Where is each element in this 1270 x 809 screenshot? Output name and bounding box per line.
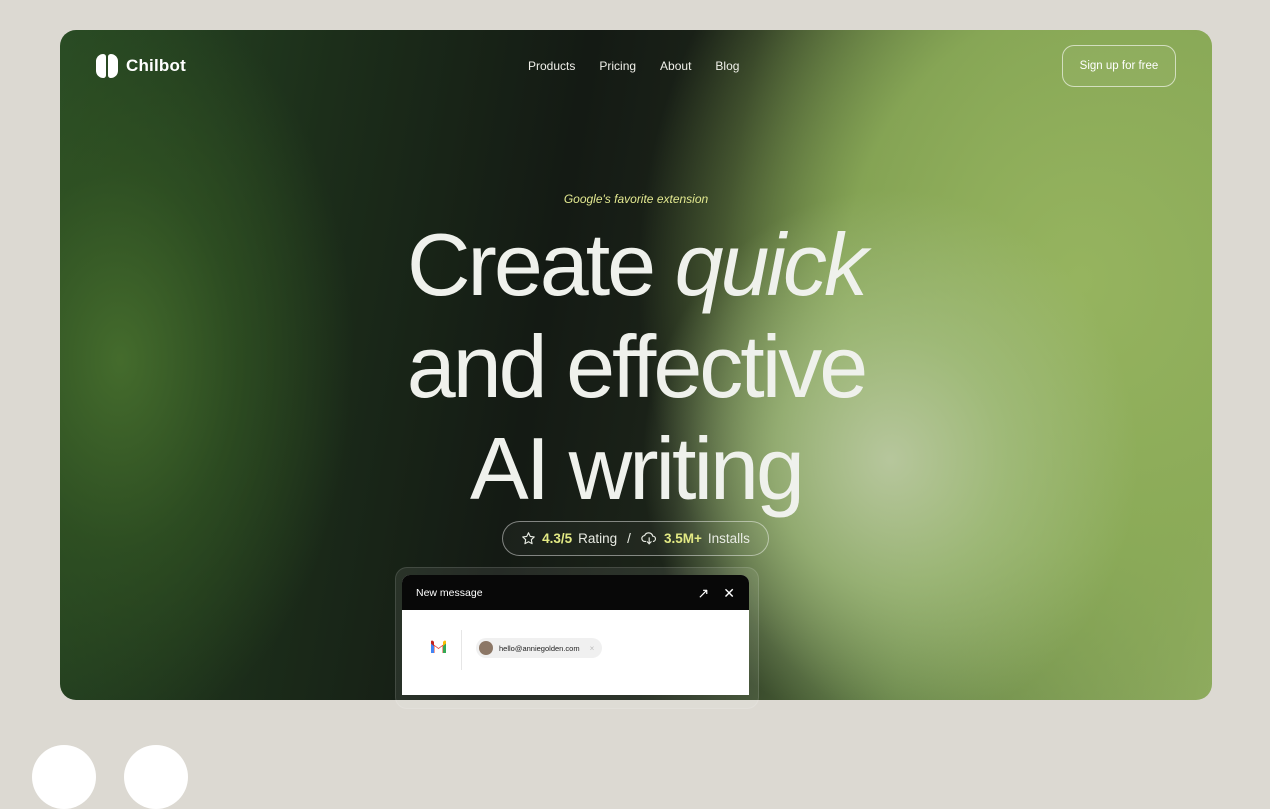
gmail-icon — [430, 640, 447, 658]
compose-titlebar: New message ↗ ✕ — [402, 575, 749, 610]
chilbot-logo-icon — [96, 54, 118, 78]
rating-value: 4.3/5 — [542, 531, 573, 546]
decorative-circle — [124, 745, 188, 809]
remove-recipient-icon[interactable]: × — [590, 644, 595, 653]
compose-divider — [461, 630, 462, 670]
hero-tagline: Google's favorite extension — [563, 192, 709, 206]
stats-badge: 4.3/5 Rating / 3.5M+ Installs — [502, 521, 769, 556]
nav-item-blog[interactable]: Blog — [715, 59, 739, 73]
headline-line-1: Create quick — [60, 214, 1212, 316]
main-nav: Products Pricing About Blog — [528, 59, 739, 73]
recipient-chip[interactable]: hello@anniegolden.com × — [476, 638, 603, 658]
stats-separator: / — [627, 531, 631, 546]
signup-button[interactable]: Sign up for free — [1062, 45, 1176, 87]
brand-name: Chilbot — [126, 56, 186, 75]
nav-item-about[interactable]: About — [660, 59, 691, 73]
avatar — [479, 641, 493, 655]
compose-body: hello@anniegolden.com × — [402, 610, 749, 695]
headline-word-create: Create — [406, 215, 656, 314]
decorative-circle — [32, 745, 96, 809]
cloud-download-icon — [641, 531, 658, 546]
recipient-email: hello@anniegolden.com — [499, 643, 580, 653]
star-icon — [521, 531, 536, 546]
close-icon[interactable]: ✕ — [723, 586, 735, 600]
installs-label: Installs — [707, 531, 750, 546]
compose-actions: ↗ ✕ — [698, 586, 735, 600]
rating-label: Rating — [578, 531, 618, 546]
installs-value: 3.5M+ — [663, 531, 702, 546]
compose-window: New message ↗ ✕ hello@anniegolden.com × — [402, 575, 749, 695]
compose-title: New message — [416, 586, 483, 599]
nav-item-products[interactable]: Products — [528, 59, 575, 73]
nav-item-pricing[interactable]: Pricing — [599, 59, 636, 73]
brand-logo[interactable]: Chilbot — [96, 54, 186, 78]
headline-line-2: and effective — [406, 317, 868, 416]
headline-word-quick: quick — [674, 215, 868, 314]
expand-icon[interactable]: ↗ — [698, 586, 710, 600]
headline-line-3: AI writing — [470, 419, 805, 518]
hero-headline: Create quick and effective AI writing — [60, 214, 1212, 520]
